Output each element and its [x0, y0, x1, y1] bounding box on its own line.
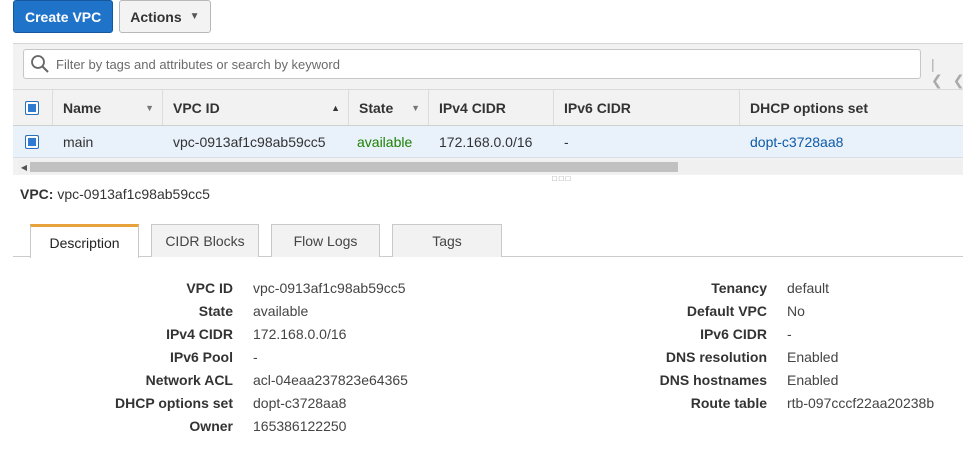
search-icon [31, 55, 49, 73]
detail-value-state: available [253, 303, 309, 319]
detail-label-ipv4-cidr: IPv4 CIDR [166, 326, 233, 342]
column-label: IPv4 CIDR [439, 99, 506, 116]
resize-handle-icon[interactable]: □□□ [552, 174, 573, 183]
select-all-checkbox[interactable] [25, 100, 39, 115]
sort-caret-icon: ▼ [411, 102, 420, 113]
detail-label-network-acl: Network ACL [145, 372, 233, 388]
network-acl-link[interactable]: acl-04eaa237823e64365 [253, 372, 408, 388]
sort-ascending-icon: ▲ [331, 102, 340, 113]
column-header-state[interactable]: State ▼ [349, 90, 429, 125]
sort-caret-icon: ▼ [145, 102, 154, 113]
prev-page-icon[interactable]: ❮ [953, 72, 963, 88]
detail-value-ipv6-cidr: - [787, 326, 792, 342]
column-label: DHCP options set [750, 99, 868, 116]
first-page-icon[interactable]: |❮ [931, 56, 943, 88]
detail-label-state: State [198, 303, 233, 319]
pagination: |❮ ❮ [931, 56, 963, 89]
search-input[interactable]: Filter by tags and attributes or search … [23, 49, 921, 79]
row-checkbox[interactable] [25, 134, 39, 149]
detail-label-owner: Owner [189, 418, 233, 434]
column-label: Name [63, 99, 102, 116]
detail-label-dhcp-options-set: DHCP options set [115, 395, 233, 411]
detail-value-vpc-id: vpc-0913af1c98ab59cc5 [253, 280, 406, 296]
selected-vpc-heading: VPC: vpc-0913af1c98ab59cc5 [20, 186, 210, 202]
toolbar: Create VPC Actions ▼ [13, 0, 211, 34]
vpc-grid: Filter by tags and attributes or search … [13, 43, 963, 175]
tab-cidr-blocks[interactable]: CIDR Blocks [151, 224, 259, 257]
selected-vpc-label: VPC: [20, 186, 54, 202]
tab-flow-logs[interactable]: Flow Logs [271, 224, 380, 257]
detail-label-dns-hostnames: DNS hostnames [659, 372, 767, 388]
cell-state: available [357, 133, 413, 150]
detail-label-ipv6-cidr: IPv6 CIDR [700, 326, 767, 342]
cell-vpc-id: vpc-0913af1c98ab59cc5 [173, 133, 326, 150]
table-header: Name ▼ VPC ID ▲ State ▼ IPv4 CIDR IPv6 C… [13, 89, 963, 126]
search-placeholder: Filter by tags and attributes or search … [56, 56, 340, 72]
select-all-checkbox-cell [13, 90, 53, 125]
detail-value-dns-resolution: Enabled [787, 349, 839, 365]
detail-value-ipv6-pool: - [253, 349, 258, 365]
cell-ipv6-cidr: - [564, 133, 569, 150]
horizontal-scrollbar[interactable]: ◀ [18, 160, 963, 174]
detail-label-tenancy: Tenancy [711, 280, 767, 296]
column-label: VPC ID [173, 99, 220, 116]
scroll-left-icon[interactable]: ◀ [18, 160, 30, 174]
detail-label-dns-resolution: DNS resolution [665, 349, 767, 365]
route-table-link[interactable]: rtb-097cccf22aa20238b [787, 395, 934, 411]
detail-value-default-vpc: No [787, 303, 805, 319]
scrollbar-thumb[interactable] [30, 162, 678, 172]
detail-tabs: Description CIDR Blocks Flow Logs Tags [13, 223, 963, 258]
column-header-ipv4-cidr[interactable]: IPv4 CIDR [429, 90, 554, 125]
column-header-ipv6-cidr[interactable]: IPv6 CIDR [554, 90, 740, 125]
detail-value-dns-hostnames: Enabled [787, 372, 839, 388]
cell-name: main [63, 133, 94, 150]
chevron-down-icon: ▼ [189, 11, 200, 22]
column-label: State [359, 99, 394, 116]
table-row[interactable]: main vpc-0913af1c98ab59cc5 available 172… [13, 126, 963, 158]
row-checkbox-cell [13, 126, 53, 157]
cell-ipv4-cidr: 172.168.0.0/16 [439, 133, 533, 150]
tab-tags[interactable]: Tags [392, 224, 502, 257]
detail-label-default-vpc: Default VPC [686, 303, 767, 319]
actions-label: Actions [130, 8, 182, 25]
column-header-name[interactable]: Name ▼ [53, 90, 163, 125]
create-vpc-button[interactable]: Create VPC [13, 0, 114, 33]
detail-value-owner: 165386122250 [253, 418, 347, 434]
dhcp-options-link[interactable]: dopt-c3728aa8 [253, 395, 346, 411]
selected-vpc-value: vpc-0913af1c98ab59cc5 [57, 186, 210, 202]
detail-value-tenancy: default [787, 280, 830, 296]
detail-value-ipv4-cidr: 172.168.0.0/16 [253, 326, 347, 342]
actions-button[interactable]: Actions ▼ [119, 0, 211, 33]
cell-dhcp-options-link[interactable]: dopt-c3728aa8 [740, 126, 963, 157]
column-header-dhcp-options-set[interactable]: DHCP options set [740, 90, 963, 125]
tab-description[interactable]: Description [30, 224, 139, 258]
detail-label-ipv6-pool: IPv6 Pool [169, 349, 233, 365]
detail-label-vpc-id: VPC ID [186, 280, 233, 296]
column-label: IPv6 CIDR [564, 99, 631, 116]
column-header-vpc-id[interactable]: VPC ID ▲ [163, 90, 349, 125]
detail-label-route-table: Route table [690, 395, 767, 411]
